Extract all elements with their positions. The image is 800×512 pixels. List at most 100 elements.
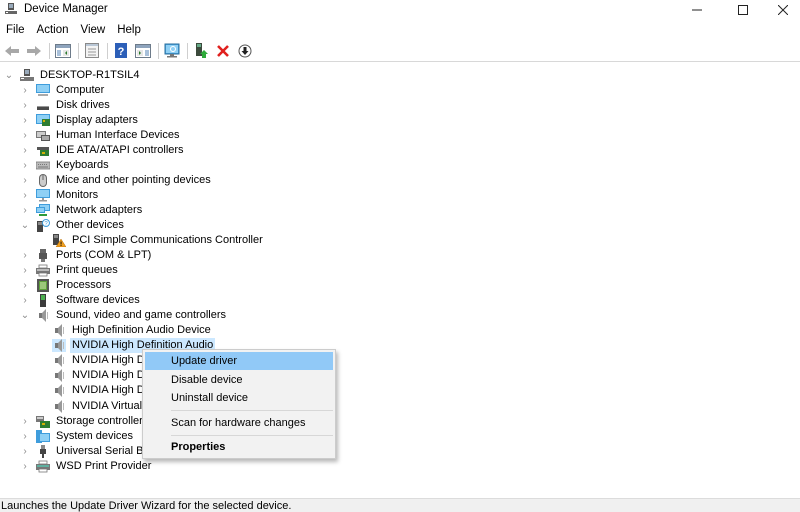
menu-view[interactable]: View [75,22,112,40]
status-bar: Launches the Update Driver Wizard for th… [0,498,800,512]
menu-action[interactable]: Action [31,22,75,40]
menu-item-update-driver[interactable]: Update driver [145,352,333,370]
chevron-right-icon[interactable]: › [20,188,30,203]
help-button[interactable]: ? [111,41,131,61]
chevron-right-icon[interactable]: › [20,143,30,158]
other-devices-icon: ? [37,219,50,232]
tree-node-processors[interactable]: › Processors [20,278,113,293]
show-hide-action-pane-button[interactable] [133,41,153,61]
help-icon: ? [115,43,127,58]
chevron-right-icon[interactable]: › [20,83,30,98]
tree-leaf-pci-controller[interactable]: PCI Simple Communications Controller [52,233,265,248]
tree-node-system-devices[interactable]: › System devices [20,429,135,444]
speaker-icon [52,339,66,352]
svg-text:?: ? [118,46,125,58]
tree-node-label: Keyboards [56,159,109,171]
chevron-down-icon[interactable]: ⌄ [20,308,30,323]
chevron-right-icon[interactable]: › [20,444,30,459]
tree-node-label: Monitors [56,189,99,201]
network-adapter-icon [36,204,50,216]
title-bar: Device Manager [0,0,800,20]
tree-node-label: Computer [56,84,105,96]
show-hide-console-tree-icon [55,43,71,58]
tree-node-label: WSD Print Provider [56,460,152,472]
chevron-right-icon[interactable]: › [20,429,30,444]
processor-icon [37,279,49,292]
tree-node-software-devices[interactable]: › Software devices [20,293,142,308]
tree-node-disk-drives[interactable]: › Disk drives [20,98,112,113]
tree-root[interactable]: ⌄ DESKTOP-R1TSIL4 [4,68,141,83]
toolbar-separator [158,42,159,59]
tree-node-print-queues[interactable]: › Print queues [20,263,120,278]
tree-node-network-adapters[interactable]: › Network adapters [20,203,144,218]
chevron-right-icon[interactable]: › [20,293,30,308]
back-arrow-icon [5,45,19,56]
back-button[interactable] [2,41,22,61]
disable-device-button[interactable] [235,41,255,61]
chevron-down-icon[interactable]: ⌄ [20,218,30,233]
speaker-icon [39,309,48,322]
maximize-icon [738,5,748,15]
context-menu: Update driver Disable device Uninstall d… [142,349,336,459]
menu-item-disable-device[interactable]: Disable device [145,371,333,389]
chevron-right-icon[interactable]: › [20,113,30,128]
tree-node-storage-controllers[interactable]: › Storage controllers [20,414,150,429]
tree-root-label: DESKTOP-R1TSIL4 [40,69,140,81]
chevron-right-icon[interactable]: › [20,173,30,188]
tree-node-computer[interactable]: › Computer [20,83,106,98]
chevron-right-icon[interactable]: › [20,158,30,173]
forward-button[interactable] [24,41,44,61]
warning-device-icon [53,234,66,247]
tree-node-mice[interactable]: › Mice and other pointing devices [20,173,213,188]
tree-node-label: Other devices [56,219,124,231]
properties-icon [85,43,99,58]
tree-node-ide-controllers[interactable]: › IDE ATA/ATAPI controllers [20,143,186,158]
disk-drive-icon [37,106,49,110]
tree-node-display-adapters[interactable]: › Display adapters [20,113,140,128]
menu-item-properties[interactable]: Properties [145,438,333,456]
chevron-right-icon[interactable]: › [20,128,30,143]
update-driver-button[interactable] [191,41,211,61]
chevron-right-icon[interactable]: › [20,414,30,429]
tree-node-other-devices[interactable]: ⌄ ? Other devices [20,218,126,233]
chevron-right-icon[interactable]: › [20,203,30,218]
minimize-button[interactable] [674,0,720,20]
show-hide-console-tree-button[interactable] [53,41,73,61]
chevron-down-icon[interactable]: ⌄ [4,68,14,83]
properties-button[interactable] [82,41,102,61]
computer-icon [36,84,50,96]
tree-node-monitors[interactable]: › Monitors [20,188,100,203]
chevron-right-icon[interactable]: › [20,98,30,113]
tree-node-label: Ports (COM & LPT) [56,249,152,261]
chevron-right-icon[interactable]: › [20,459,30,474]
mouse-icon [39,174,47,187]
scan-hardware-button[interactable] [162,41,182,61]
usb-icon [40,445,46,458]
tree-node-human-interface-devices[interactable]: › Human Interface Devices [20,128,182,143]
close-icon [778,5,788,15]
menu-item-uninstall-device[interactable]: Uninstall device [145,389,333,407]
desktop-computer-icon [20,69,34,81]
chevron-right-icon[interactable]: › [20,263,30,278]
menu-item-scan-hardware[interactable]: Scan for hardware changes [145,414,333,432]
menu-help[interactable]: Help [111,22,147,40]
device-manager-icon [5,3,17,14]
tree-node-label: High Definition Audio Device [72,324,211,336]
tree-node-label: PCI Simple Communications Controller [72,234,263,246]
tree-node-keyboards[interactable]: › Keyboards [20,158,111,173]
chevron-right-icon[interactable]: › [20,278,30,293]
tree-leaf-hd-audio-device[interactable]: High Definition Audio Device [52,323,213,338]
tree-node-wsd-print-provider[interactable]: › WSD Print Provider [20,459,153,474]
menu-separator [171,435,333,436]
uninstall-device-button[interactable] [213,41,233,61]
tree-node-ports[interactable]: › Ports (COM & LPT) [20,248,153,263]
speaker-icon [55,369,64,382]
tree-node-sound-video-game[interactable]: ⌄ Sound, video and game controllers [20,308,228,323]
tree-node-label: Disk drives [56,99,110,111]
uninstall-device-icon [217,44,229,57]
chevron-right-icon[interactable]: › [20,248,30,263]
close-button[interactable] [760,0,800,20]
keyboard-icon [36,161,50,170]
display-adapter-icon [36,114,50,126]
menu-file[interactable]: File [0,22,31,40]
